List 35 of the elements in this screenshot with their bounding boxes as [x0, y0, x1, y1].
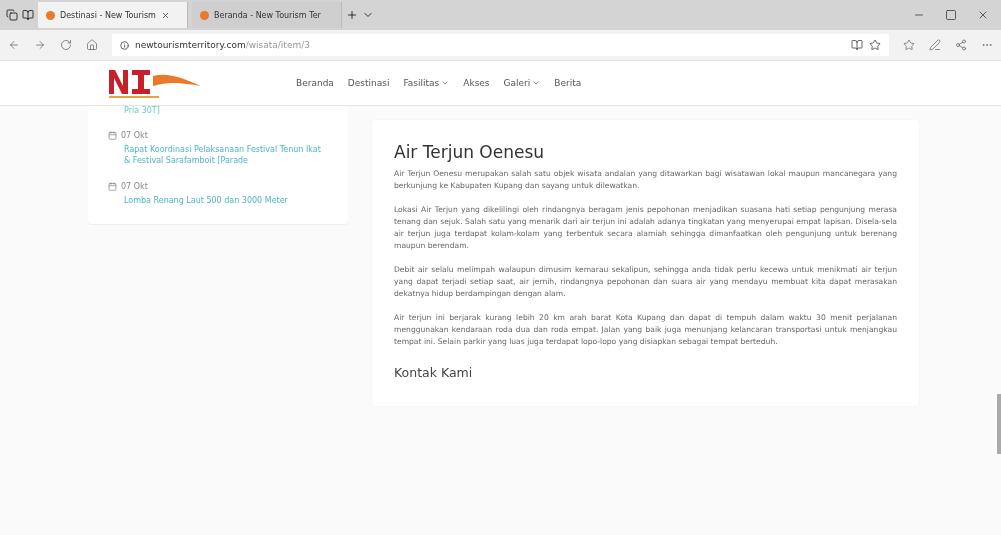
article-title: Air Terjun Oenesu [394, 142, 546, 162]
nav-link[interactable]: Berita [551, 78, 585, 88]
scrollbar-thumb[interactable] [997, 394, 1001, 454]
home-icon[interactable] [86, 39, 98, 51]
new-tab-icon[interactable] [346, 9, 358, 21]
calendar-icon [108, 131, 117, 140]
back-icon[interactable] [8, 39, 20, 51]
info-icon [120, 40, 129, 50]
calendar-icon [108, 182, 117, 191]
nav-link[interactable]: Destinasi [344, 78, 393, 88]
favicon-icon [200, 10, 209, 20]
date-text: 07 Okt [121, 182, 148, 191]
favorites-icon[interactable] [903, 39, 915, 51]
share-icon[interactable] [955, 39, 967, 51]
reading-view-icon[interactable] [851, 39, 863, 51]
nav-link[interactable]: Fasilitas [400, 78, 453, 88]
refresh-icon[interactable] [60, 39, 72, 51]
nav-link[interactable]: Beranda [293, 78, 337, 88]
close-tab-icon[interactable] [160, 10, 170, 20]
nav-link[interactable]: Galeri [500, 78, 544, 88]
section-heading: Kontak Kami [394, 364, 474, 380]
date-text: 07 Okt [121, 131, 148, 140]
caret-icon [441, 79, 450, 87]
browser-tab[interactable]: Beranda - New Tourism Ter [192, 2, 342, 28]
nav-link[interactable]: Akses [460, 78, 493, 88]
tabs-aside-icon[interactable] [22, 9, 34, 21]
maximize-icon[interactable] [945, 9, 957, 21]
browser-tab[interactable]: Destinasi - New Tourism [38, 2, 188, 28]
address-bar[interactable]: newtourismterritory.com/wisata/item/3 [112, 34, 889, 56]
close-icon[interactable] [977, 9, 989, 21]
caret-icon [532, 79, 541, 87]
favorite-icon[interactable] [869, 39, 881, 51]
pen-icon[interactable] [929, 39, 941, 51]
tab-actions-icon[interactable] [6, 9, 18, 21]
favicon-icon [46, 10, 55, 20]
